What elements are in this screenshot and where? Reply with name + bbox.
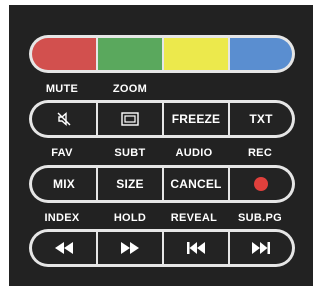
size-button[interactable]: SIZE <box>98 168 162 200</box>
mix-button[interactable]: MIX <box>32 168 96 200</box>
mute-icon <box>56 111 72 127</box>
previous-icon <box>186 242 206 254</box>
previous-button[interactable] <box>164 232 228 264</box>
blue-key-button[interactable] <box>230 38 292 70</box>
rewind-button[interactable] <box>32 232 96 264</box>
cancel-button[interactable]: CANCEL <box>164 168 228 200</box>
rewind-icon <box>54 242 74 254</box>
fav-label: FAV <box>51 147 73 159</box>
rec-label: REC <box>247 147 273 159</box>
subt-label: SUBT <box>114 147 146 159</box>
subpg-label: SUB.PG <box>238 212 282 224</box>
audio-label: AUDIO <box>175 147 213 159</box>
mute-label: MUTE <box>45 83 79 95</box>
hold-label: HOLD <box>113 212 147 224</box>
freeze-button[interactable]: FREEZE <box>164 103 228 135</box>
zoom-label: ZOOM <box>112 83 148 95</box>
index-label: INDEX <box>44 212 80 224</box>
txt-button[interactable]: TXT <box>230 103 292 135</box>
record-button[interactable] <box>230 168 292 200</box>
green-key-button[interactable] <box>98 38 162 70</box>
fast-forward-icon <box>120 242 140 254</box>
button-row-3 <box>29 229 295 267</box>
fast-forward-button[interactable] <box>98 232 162 264</box>
next-button[interactable] <box>230 232 292 264</box>
mute-button[interactable] <box>32 103 96 135</box>
button-row-2: MIX SIZE CANCEL <box>29 165 295 203</box>
next-icon <box>251 242 271 254</box>
reveal-label: REVEAL <box>170 212 218 224</box>
record-icon <box>253 176 269 192</box>
zoom-button[interactable] <box>98 103 162 135</box>
button-row-1: FREEZE TXT <box>29 100 295 138</box>
yellow-key-button[interactable] <box>164 38 228 70</box>
zoom-icon <box>121 112 139 126</box>
color-key-row <box>29 35 295 73</box>
red-key-button[interactable] <box>32 38 96 70</box>
